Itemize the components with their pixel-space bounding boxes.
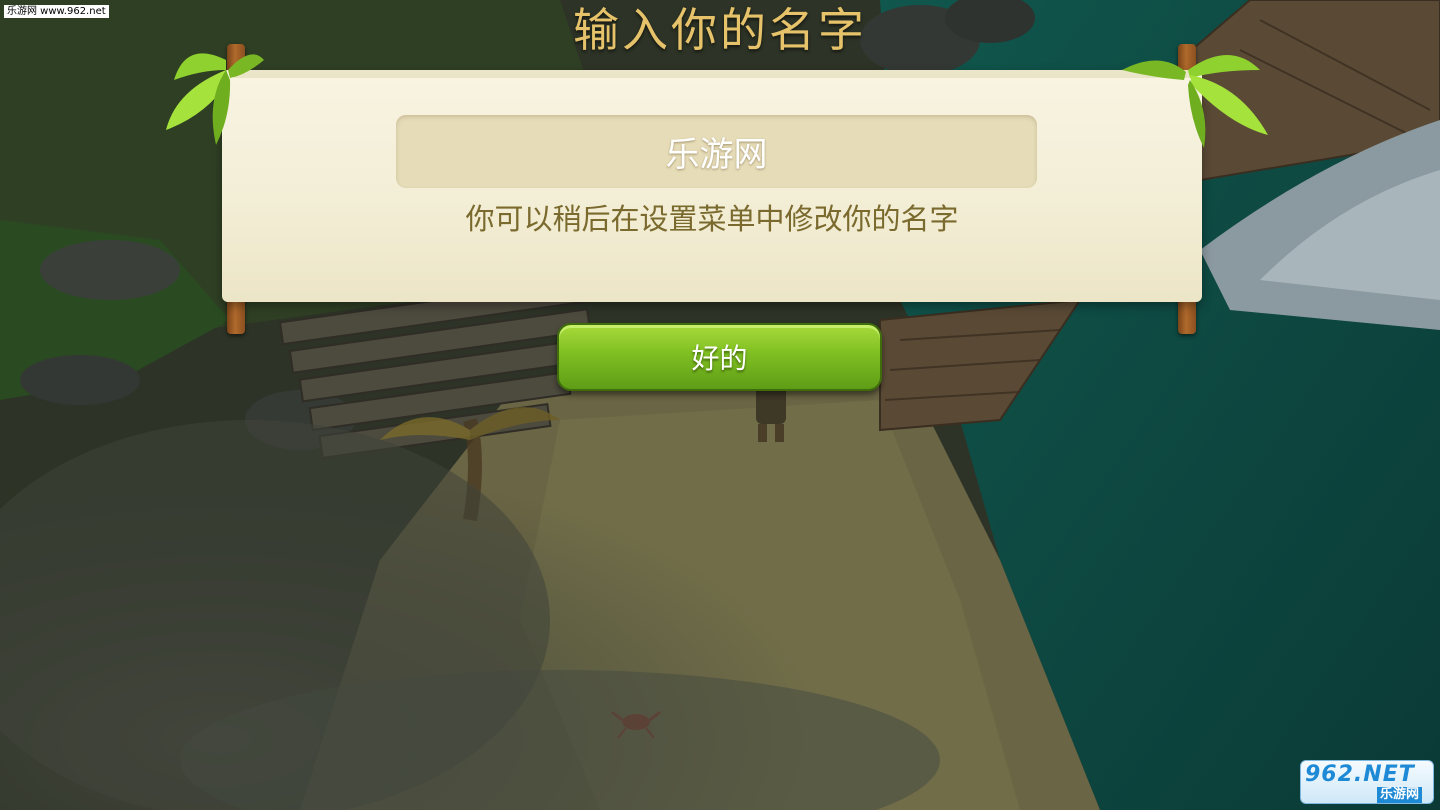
watermark-logo: 962.NET 乐游网 (1300, 760, 1434, 804)
rename-hint-text: 你可以稍后在设置菜单中修改你的名字 (465, 202, 959, 236)
game-screen: 乐游网 www.962.net 输入你的名字 乐游网 你可以稍后在设置菜单中修改… (0, 0, 1440, 810)
palm-leaf-icon (1122, 55, 1268, 148)
name-input[interactable]: 乐游网 (396, 115, 1037, 188)
palm-leaf-icon (166, 53, 264, 145)
ok-button[interactable]: 好的 (557, 323, 882, 391)
watermark-site: 乐游网 (1377, 787, 1423, 803)
watermark-brand: 962.NET (1305, 762, 1415, 787)
